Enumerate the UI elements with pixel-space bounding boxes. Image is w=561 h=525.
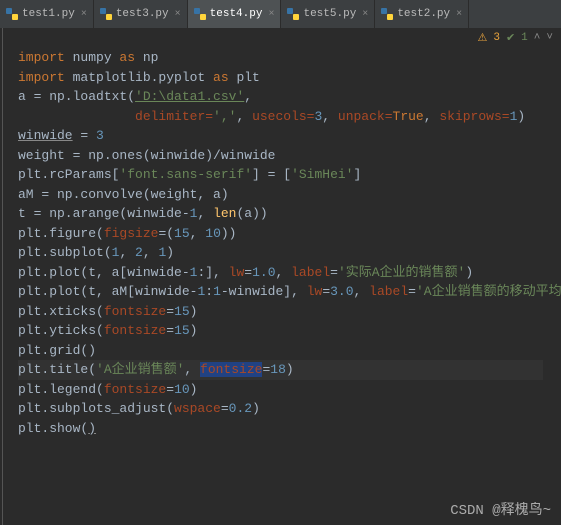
- tab-label: test1.py: [22, 8, 75, 20]
- tab-label: test4.py: [210, 8, 263, 20]
- code-editor[interactable]: import numpy as np import matplotlib.pyp…: [0, 48, 561, 438]
- python-file-icon: [381, 8, 393, 20]
- close-icon[interactable]: ×: [81, 9, 87, 20]
- warning-icon[interactable]: ⚠: [477, 31, 487, 45]
- python-file-icon: [100, 8, 112, 20]
- tab-test3[interactable]: test3.py ×: [94, 0, 188, 28]
- close-icon[interactable]: ×: [268, 9, 274, 20]
- close-icon[interactable]: ×: [362, 9, 368, 20]
- check-icon[interactable]: ✔: [506, 31, 515, 45]
- close-icon[interactable]: ×: [175, 9, 181, 20]
- warning-count: 3: [493, 32, 500, 44]
- python-file-icon: [6, 8, 18, 20]
- tab-test1[interactable]: test1.py ×: [0, 0, 94, 28]
- ok-count: 1: [521, 32, 528, 44]
- tab-label: test5.py: [303, 8, 356, 20]
- chevron-up-icon[interactable]: ˄: [534, 32, 541, 44]
- tab-test4[interactable]: test4.py ×: [188, 0, 282, 28]
- tab-label: test3.py: [116, 8, 169, 20]
- python-file-icon: [287, 8, 299, 20]
- inspection-status: ⚠ 3 ✔ 1 ˄ ˅: [0, 28, 561, 48]
- tab-bar: test1.py × test3.py × test4.py × test5.p…: [0, 0, 561, 28]
- python-file-icon: [194, 8, 206, 20]
- tab-test5[interactable]: test5.py ×: [281, 0, 375, 28]
- watermark: CSDN @释槐鸟~: [450, 499, 551, 519]
- tab-label: test2.py: [397, 8, 450, 20]
- close-icon[interactable]: ×: [456, 9, 462, 20]
- tab-test2[interactable]: test2.py ×: [375, 0, 469, 28]
- gutter-divider: [2, 28, 3, 525]
- chevron-down-icon[interactable]: ˅: [546, 32, 553, 44]
